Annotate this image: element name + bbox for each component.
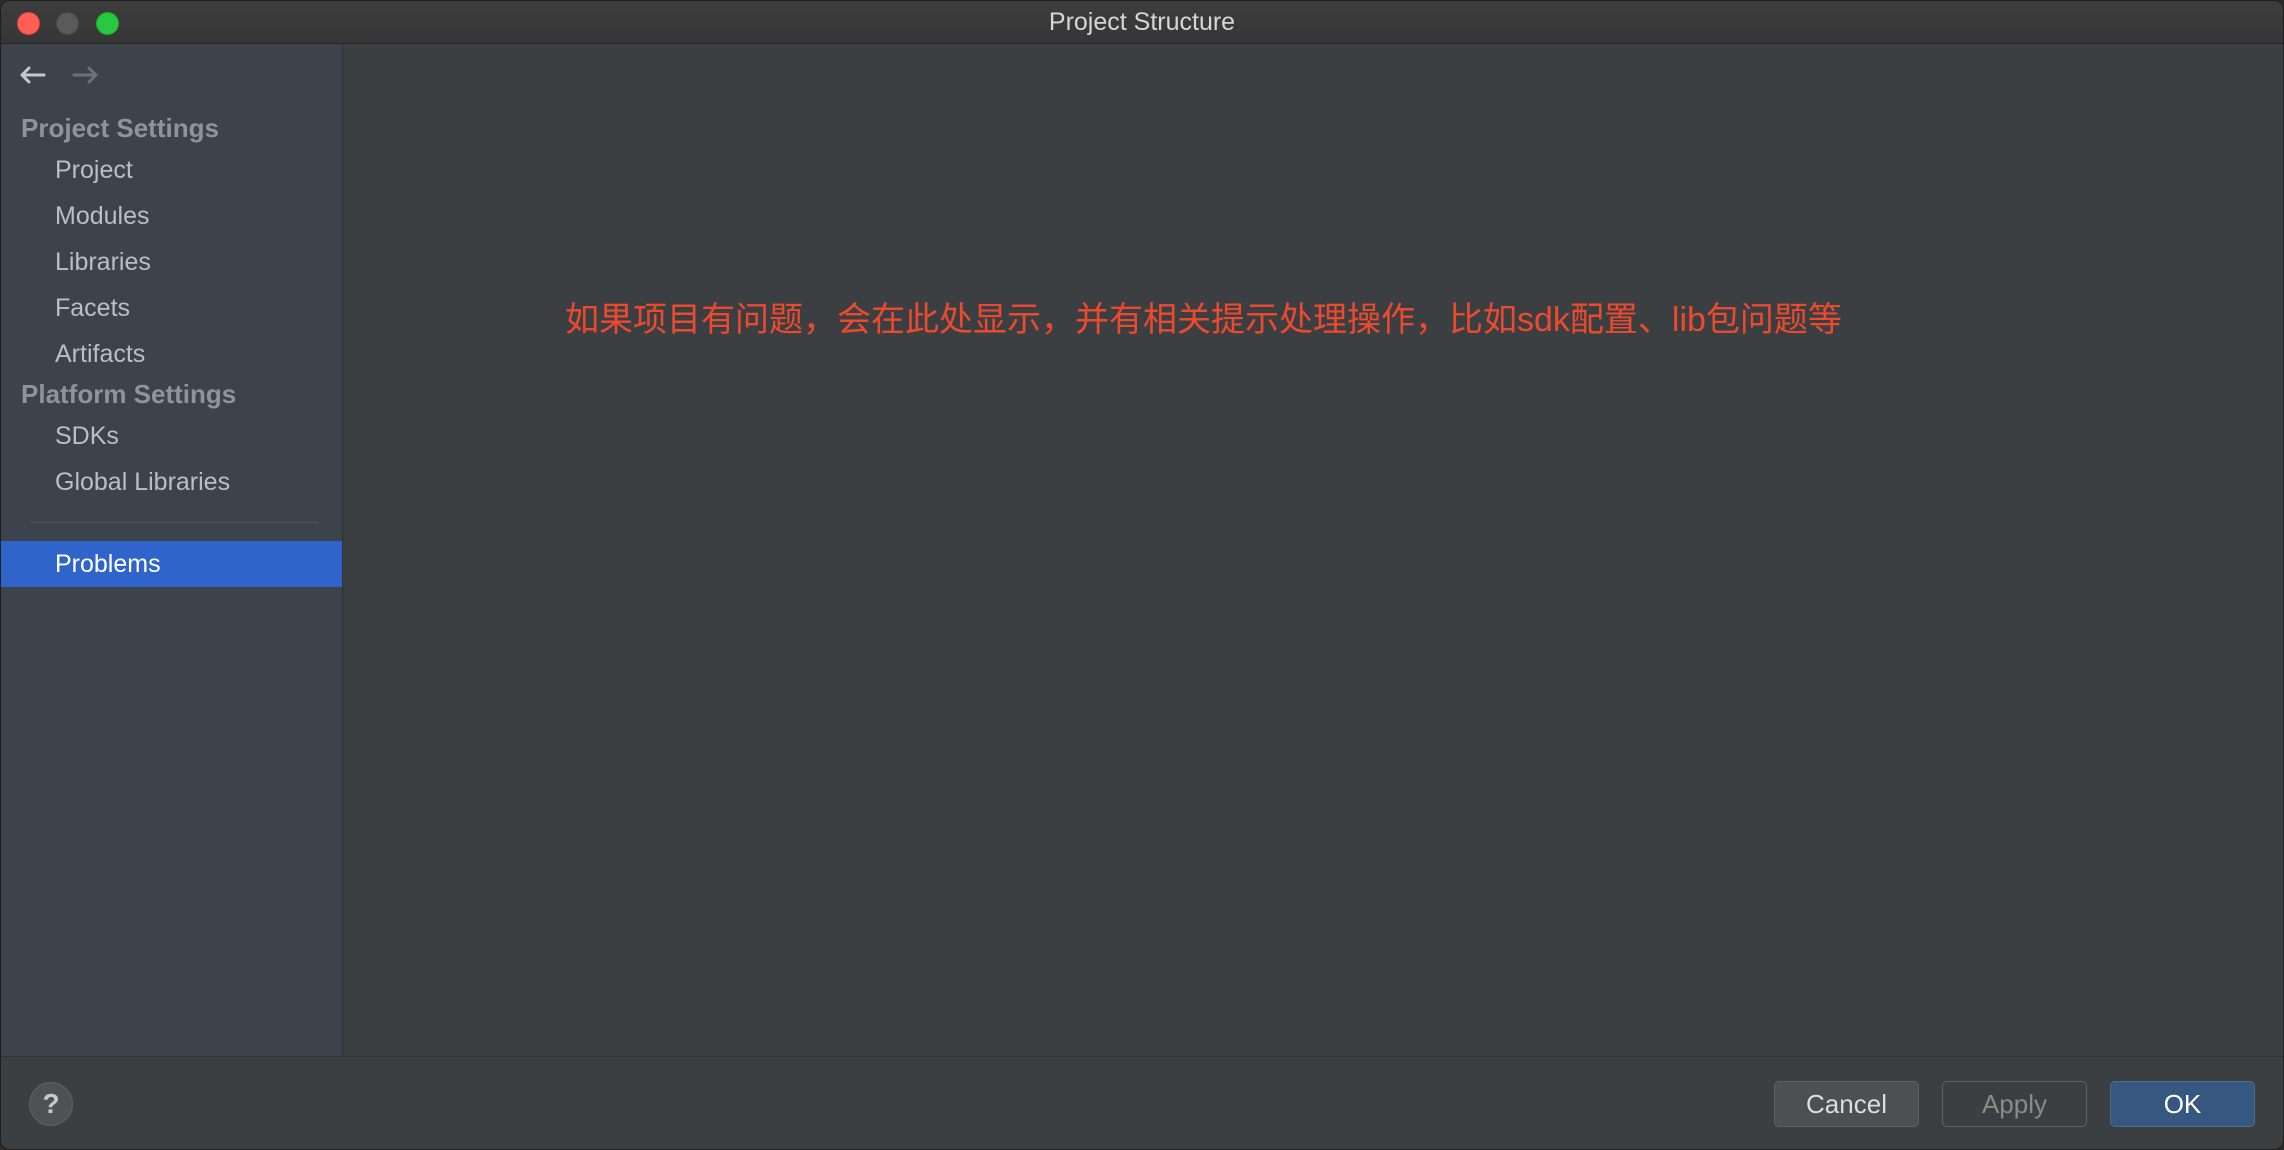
ok-button[interactable]: OK xyxy=(2110,1081,2255,1127)
apply-button[interactable]: Apply xyxy=(1942,1081,2087,1127)
cancel-button[interactable]: Cancel xyxy=(1774,1081,1919,1127)
sidebar-item-facets[interactable]: Facets xyxy=(1,285,342,331)
title-bar: Project Structure xyxy=(1,1,2283,44)
forward-button[interactable] xyxy=(69,58,103,92)
sidebar-item-project[interactable]: Project xyxy=(1,147,342,193)
main-content-panel: 如果项目有问题，会在此处显示，并有相关提示处理操作，比如sdk配置、lib包问题… xyxy=(343,44,2283,1056)
sidebar-item-problems[interactable]: Problems xyxy=(1,541,342,587)
sidebar-item-sdks[interactable]: SDKs xyxy=(1,413,342,459)
navigation-arrows xyxy=(15,58,103,92)
back-button[interactable] xyxy=(15,58,49,92)
arrow-left-icon xyxy=(20,66,46,84)
help-button[interactable]: ? xyxy=(29,1082,73,1126)
problems-note: 如果项目有问题，会在此处显示，并有相关提示处理操作，比如sdk配置、lib包问题… xyxy=(565,301,1842,339)
dialog-footer: ? Cancel Apply OK xyxy=(1,1056,2283,1149)
arrow-right-icon xyxy=(72,66,98,84)
window-title: Project Structure xyxy=(1048,8,1236,36)
sidebar: Project Settings Project Modules Librari… xyxy=(1,44,343,1056)
sidebar-item-artifacts[interactable]: Artifacts xyxy=(1,331,342,377)
sidebar-divider xyxy=(31,522,319,523)
section-header-platform-settings: Platform Settings xyxy=(21,379,237,409)
sidebar-item-modules[interactable]: Modules xyxy=(1,193,342,239)
sidebar-item-global-libraries[interactable]: Global Libraries xyxy=(1,459,342,505)
section-header-project-settings: Project Settings xyxy=(21,113,219,143)
project-structure-window: Project Structure Project Settings Proje… xyxy=(0,0,2284,1150)
sidebar-item-libraries[interactable]: Libraries xyxy=(1,239,342,285)
question-icon: ? xyxy=(42,1088,60,1119)
